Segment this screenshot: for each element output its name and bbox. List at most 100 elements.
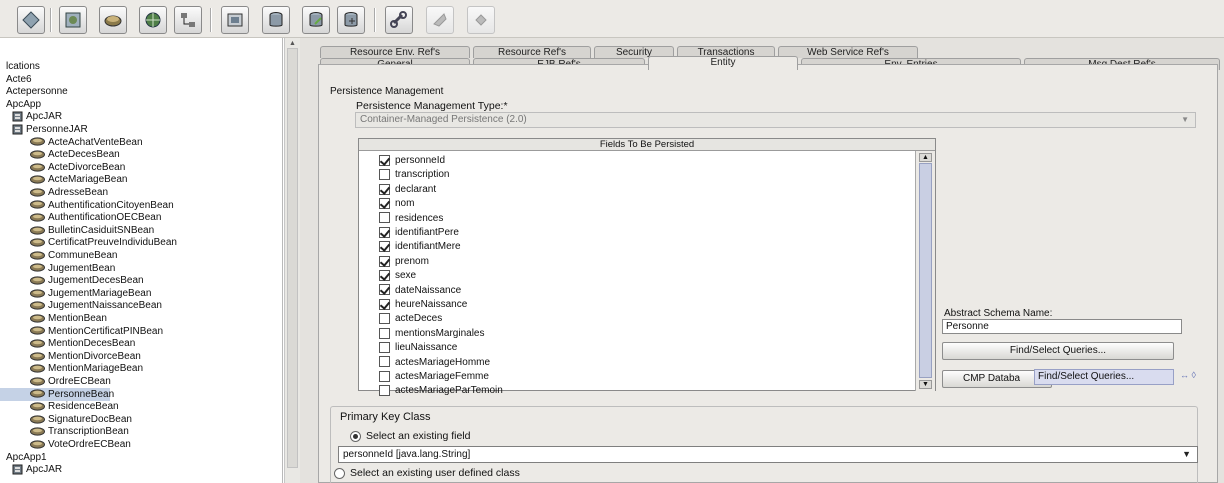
tree-item[interactable]: Actepersonne — [0, 85, 68, 98]
tree-item[interactable]: ActeMariageBean — [0, 173, 128, 186]
scroll-up-arrow[interactable]: ▲ — [287, 40, 298, 47]
field-row[interactable]: personneId — [379, 154, 445, 168]
tree-item[interactable]: ActeDecesBean — [0, 148, 120, 161]
radio-existing-field[interactable]: Select an existing field — [350, 430, 470, 442]
field-checkbox[interactable] — [379, 327, 390, 339]
radio-unselected-icon[interactable] — [334, 467, 345, 479]
database-button[interactable] — [262, 6, 290, 34]
field-checkbox[interactable] — [379, 212, 390, 224]
web-module-button[interactable] — [59, 6, 87, 34]
connector-button[interactable] — [426, 6, 454, 34]
field-row[interactable]: lieuNaissance — [379, 341, 457, 355]
tab-resource-refs[interactable]: Resource Ref's — [473, 46, 591, 58]
persistence-type-select[interactable]: Container-Managed Persistence (2.0) ▼ — [355, 112, 1196, 128]
tree-item[interactable]: MentionMariageBean — [0, 362, 143, 375]
tree-item[interactable]: ActeDivorceBean — [0, 161, 125, 174]
field-row[interactable]: dateNaissance — [379, 284, 461, 298]
field-checkbox[interactable] — [379, 370, 390, 382]
tree-item[interactable]: ResidenceBean — [0, 400, 119, 413]
field-row[interactable]: identifiantPere — [379, 226, 459, 240]
tree-item[interactable]: CommuneBean — [0, 249, 117, 262]
field-row[interactable]: mentionsMarginales — [379, 327, 485, 341]
tree-item[interactable]: ApcApp — [0, 98, 41, 111]
tree-item[interactable]: MentionBean — [0, 312, 107, 325]
link-button[interactable] — [385, 6, 413, 34]
network-button[interactable] — [174, 6, 202, 34]
application-client-button[interactable] — [221, 6, 249, 34]
diamond-small-button[interactable] — [467, 6, 495, 34]
fields-scrollbar[interactable]: ▲ ▼ — [915, 151, 935, 391]
field-checkbox[interactable] — [379, 298, 390, 310]
tree-item[interactable]: MentionDecesBean — [0, 337, 135, 350]
tree-item[interactable]: AuthentificationCitoyenBean — [0, 199, 174, 212]
tree-item[interactable]: VoteOrdreECBean — [0, 438, 131, 451]
find-select-queries-button[interactable]: Find/Select Queries... — [942, 342, 1174, 360]
field-checkbox[interactable] — [379, 226, 390, 238]
primary-key-field-select[interactable]: personneId [java.lang.String] ▼ — [338, 446, 1198, 463]
database-edit-button[interactable] — [302, 6, 330, 34]
tree-item[interactable]: JugementNaissanceBean — [0, 299, 162, 312]
tree-item[interactable]: JugementMariageBean — [0, 287, 151, 300]
tree-item[interactable]: MentionCertificatPINBean — [0, 325, 163, 338]
field-checkbox[interactable] — [379, 169, 390, 181]
field-checkbox[interactable] — [379, 183, 390, 195]
abstract-schema-input[interactable]: Personne — [942, 319, 1182, 334]
field-row[interactable]: transcription — [379, 168, 449, 182]
field-row[interactable]: prenom — [379, 255, 429, 269]
tree-item[interactable]: JugementDecesBean — [0, 274, 144, 287]
tab-resource-env-refs[interactable]: Resource Env. Ref's — [320, 46, 470, 58]
field-checkbox[interactable] — [379, 241, 390, 253]
tree-item[interactable]: Acte6 — [0, 73, 32, 86]
field-checkbox[interactable] — [379, 255, 390, 267]
field-checkbox[interactable] — [379, 313, 390, 325]
scroll-up-arrow[interactable]: ▲ — [919, 153, 932, 162]
diamond-button[interactable] — [17, 6, 45, 34]
tree-item[interactable]: TranscriptionBean — [0, 425, 129, 438]
tree-item[interactable]: PersonneBean — [0, 387, 114, 401]
field-row[interactable]: nom — [379, 197, 414, 211]
tree-item[interactable]: SignatureDocBean — [0, 413, 132, 426]
field-checkbox[interactable] — [379, 154, 390, 166]
tree-item[interactable]: ActeAchatVenteBean — [0, 136, 143, 149]
field-checkbox[interactable] — [379, 342, 390, 354]
tree-item[interactable]: MentionDivorceBean — [0, 350, 141, 363]
tree-scrollbar[interactable]: ▲ — [284, 38, 300, 483]
tree-item[interactable]: AdresseBean — [0, 186, 108, 199]
field-row[interactable]: acteDeces — [379, 312, 442, 326]
field-checkbox[interactable] — [379, 270, 390, 282]
fields-to-persist-table[interactable]: Fields To Be Persisted personneId transcr… — [358, 138, 936, 396]
tree-item[interactable]: OrdreECBean — [0, 375, 111, 388]
tab-web-service-refs[interactable]: Web Service Ref's — [778, 46, 918, 58]
tree-item[interactable]: lcations — [0, 60, 40, 73]
link-icon — [390, 11, 407, 28]
field-checkbox[interactable] — [379, 356, 390, 368]
radio-selected-icon[interactable] — [350, 430, 361, 442]
field-row[interactable]: residences — [379, 212, 443, 226]
radio-user-defined-class[interactable]: Select an existing user defined class — [334, 467, 520, 479]
field-row[interactable]: actesMariageHomme — [379, 356, 490, 370]
field-row[interactable]: heureNaissance — [379, 298, 467, 312]
tree-item[interactable]: CertificatPreuveIndividuBean — [0, 236, 177, 249]
tree-item[interactable]: AuthentificationOECBean — [0, 211, 161, 224]
tab-entity[interactable]: Entity — [648, 56, 798, 70]
field-checkbox[interactable] — [379, 385, 390, 397]
field-row[interactable]: actesMariageParTemoin — [379, 384, 503, 398]
tree-item[interactable]: PersonneJAR — [0, 123, 88, 136]
tree-item[interactable]: ApcJAR — [0, 110, 62, 123]
tree-item[interactable]: ApcApp1 — [0, 451, 47, 464]
field-checkbox[interactable] — [379, 198, 390, 210]
database-add-button[interactable] — [337, 6, 365, 34]
field-row[interactable]: actesMariageFemme — [379, 370, 489, 384]
field-row[interactable]: declarant — [379, 183, 436, 197]
tree-item[interactable]: BulletinCasiduitSNBean — [0, 224, 154, 237]
field-row[interactable]: identifiantMere — [379, 240, 461, 254]
tree-item[interactable]: ApcJAR — [0, 463, 62, 476]
field-row[interactable]: sexe — [379, 269, 416, 283]
ejb-bean-button[interactable] — [99, 6, 127, 34]
field-checkbox[interactable] — [379, 284, 390, 296]
globe-button[interactable] — [139, 6, 167, 34]
scroll-thumb[interactable] — [287, 48, 298, 468]
tree-item[interactable]: JugementBean — [0, 262, 115, 275]
scroll-thumb[interactable] — [919, 163, 932, 378]
scroll-down-arrow[interactable]: ▼ — [919, 380, 932, 389]
